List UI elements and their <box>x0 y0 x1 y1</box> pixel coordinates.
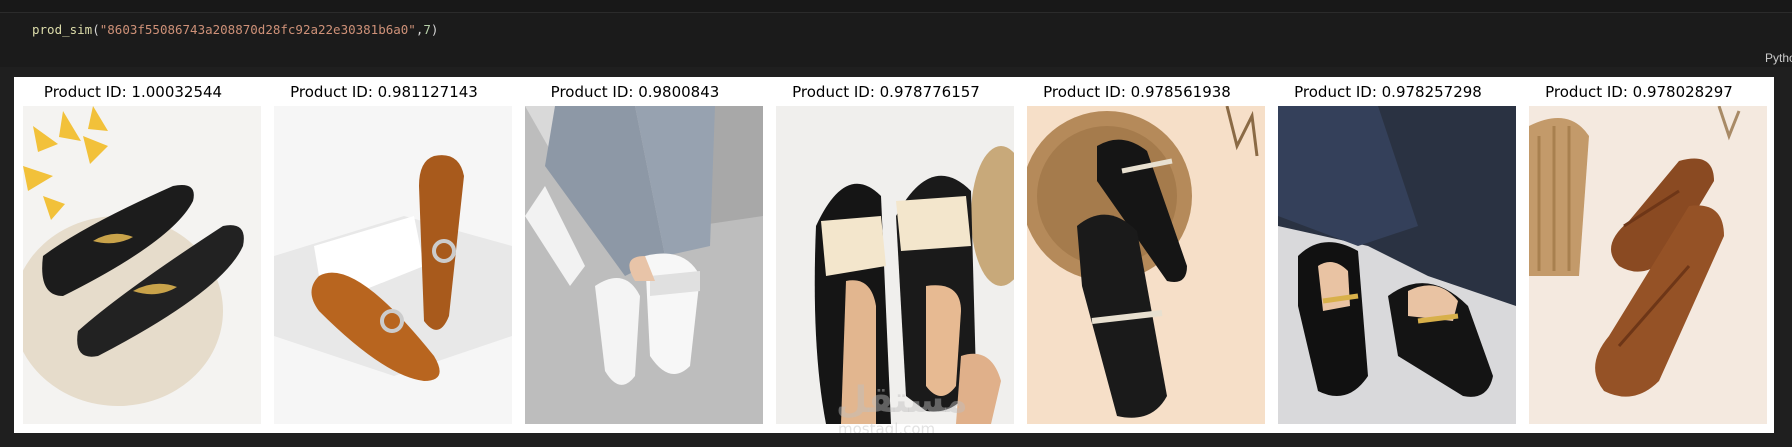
product-image <box>1529 106 1767 424</box>
product-caption: Product ID: 0.978776157 <box>792 83 980 101</box>
code-function-name: prod_sim <box>32 22 93 37</box>
product-card: Product ID: 0.9800843 <box>516 77 763 433</box>
product-card: Product ID: 0.981127143 <box>265 77 512 433</box>
product-image <box>23 106 261 424</box>
product-caption: Product ID: 0.978028297 <box>1545 83 1733 101</box>
product-card: Product ID: 0.978028297 <box>1520 77 1767 433</box>
product-image <box>525 106 763 424</box>
product-card: Product ID: 0.978561938 <box>1018 77 1265 433</box>
editor-top-bar <box>0 0 1792 13</box>
product-image <box>274 106 512 424</box>
product-caption: Product ID: 0.9800843 <box>550 83 720 101</box>
product-card: Product ID: 0.978257298 <box>1269 77 1516 433</box>
black-croc-loafer-pearl-chain-photo <box>1027 106 1265 424</box>
product-caption: Product ID: 1.00032544 <box>43 83 223 101</box>
code-close-paren: ) <box>430 22 439 37</box>
tan-croc-loafer-chain-photo <box>274 106 512 424</box>
brown-croc-loafer-photo <box>1529 106 1767 424</box>
white-fringe-loafer-worn-photo <box>525 106 763 424</box>
code-number-arg: 7 <box>423 22 431 37</box>
watermark-logo: مستقل <box>836 380 968 421</box>
black-patent-loafer-worn-photo <box>1278 106 1516 424</box>
cell-language-label[interactable]: Pytho <box>1765 51 1792 65</box>
product-image <box>776 106 1014 424</box>
product-image <box>1027 106 1265 424</box>
product-caption: Product ID: 0.978257298 <box>1294 83 1482 101</box>
product-card: Product ID: 1.00032544 <box>14 77 261 433</box>
editor-bottom-bar <box>0 433 1792 447</box>
product-caption: Product ID: 0.981127143 <box>290 83 478 101</box>
product-caption: Product ID: 0.978561938 <box>1043 83 1231 101</box>
code-line[interactable]: prod_sim("8603f55086743a208870d28fc92a22… <box>32 22 438 37</box>
product-image <box>1278 106 1516 424</box>
code-string-arg: "8603f55086743a208870d28fc92a22e30381b6a… <box>99 22 416 37</box>
black-croc-loafer-gold-chain-photo <box>23 106 261 424</box>
black-cream-fringe-loafer-photo <box>776 106 1014 424</box>
code-open-paren: ( <box>92 22 100 37</box>
